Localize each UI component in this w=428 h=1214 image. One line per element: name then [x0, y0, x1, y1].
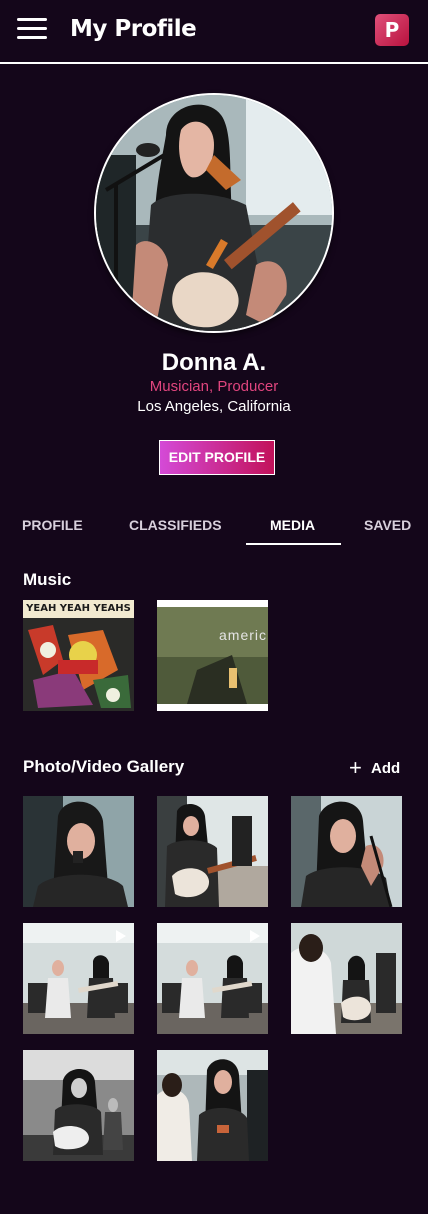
gallery-item-8[interactable]	[157, 1050, 268, 1161]
tab-media[interactable]: MEDIA	[270, 517, 315, 533]
page-title: My Profile	[70, 16, 197, 42]
gallery-item-5[interactable]	[157, 923, 268, 1034]
profile-avatar[interactable]	[94, 93, 334, 333]
app-header: My Profile P	[0, 0, 428, 64]
plus-icon: +	[349, 755, 362, 780]
gallery-item-7[interactable]	[23, 1050, 134, 1161]
profile-location: Los Angeles, California	[137, 398, 291, 415]
gallery-item-4[interactable]	[23, 923, 134, 1034]
profile-name: Donna A.	[161, 349, 267, 376]
gallery-item-2[interactable]	[157, 796, 268, 907]
tab-classifieds[interactable]: CLASSIFIEDS	[129, 517, 222, 533]
album-cover-1[interactable]: YEAH YEAH YEAHS	[23, 600, 134, 711]
active-tab-indicator	[246, 543, 341, 545]
hamburger-menu-icon[interactable]	[17, 18, 47, 40]
gallery-section-title: Photo/Video Gallery	[23, 757, 185, 776]
add-label: Add	[371, 760, 401, 777]
album-cover-2[interactable]: americ	[157, 600, 268, 711]
gallery-item-3[interactable]	[291, 796, 402, 907]
album-cover-2-text: americ	[219, 627, 268, 643]
tab-profile[interactable]: PROFILE	[22, 517, 83, 533]
music-section-title: Music	[23, 570, 72, 589]
profile-role: Musician, Producer	[149, 378, 279, 395]
app-logo-icon[interactable]: P	[375, 14, 409, 46]
gallery-item-6[interactable]	[291, 923, 402, 1034]
edit-profile-button[interactable]: EDIT PROFILE	[159, 440, 275, 475]
profile-tabs: PROFILE CLASSIFIEDS MEDIA SAVED	[0, 508, 428, 548]
tab-saved[interactable]: SAVED	[364, 517, 411, 533]
play-icon	[250, 930, 260, 942]
play-icon	[116, 930, 126, 942]
album-cover-1-text: YEAH YEAH YEAHS	[26, 603, 131, 614]
gallery-item-1[interactable]	[23, 796, 134, 907]
